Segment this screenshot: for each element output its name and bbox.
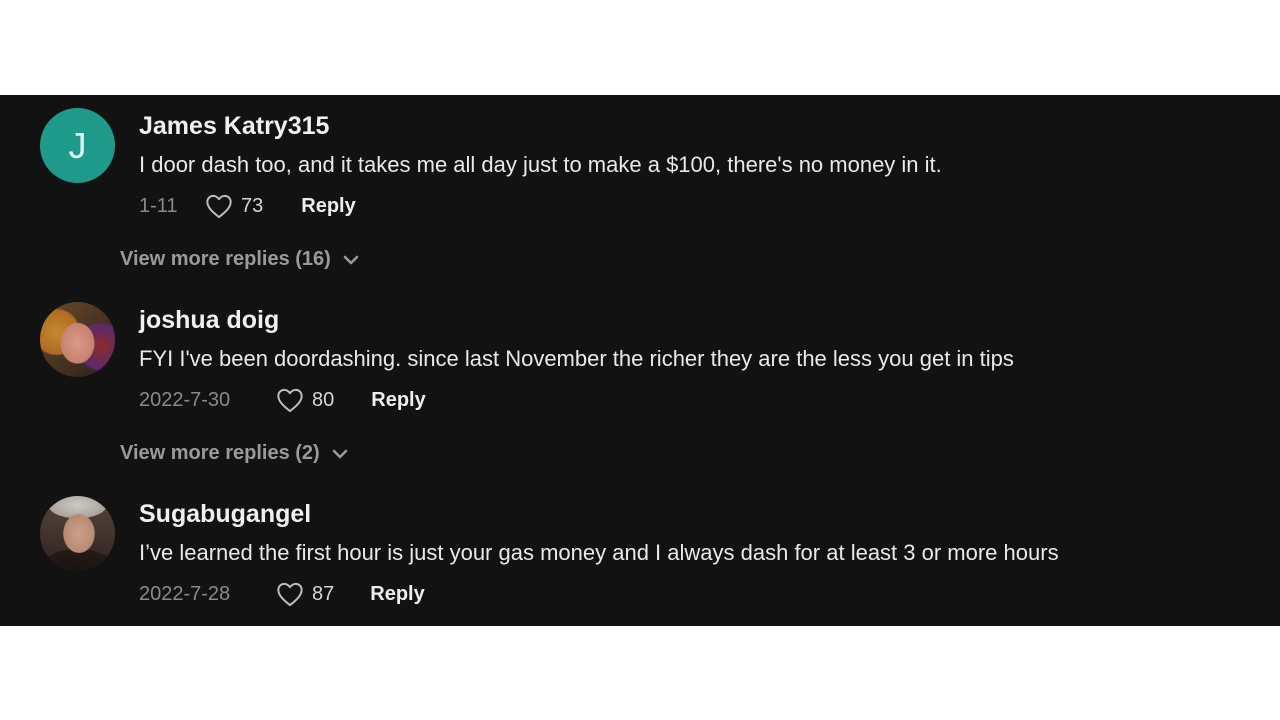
like-count: 80 <box>312 388 335 411</box>
heart-icon <box>277 388 303 413</box>
chevron-down-icon <box>343 255 359 264</box>
heart-icon <box>277 582 303 607</box>
like-count: 73 <box>241 194 264 217</box>
like-button[interactable]: 73 <box>205 193 263 219</box>
username[interactable]: James Katry315 <box>139 112 329 141</box>
like-button[interactable]: 80 <box>276 387 334 413</box>
reply-button[interactable]: Reply <box>371 389 425 412</box>
view-more-replies-label: View more replies (16) <box>120 248 331 270</box>
like-button[interactable]: 87 <box>276 581 334 607</box>
heart-icon <box>206 194 232 219</box>
comment-date: 2022-7-28 <box>139 582 231 605</box>
view-more-replies-button[interactable]: View more replies (2) <box>120 442 348 465</box>
avatar-letter: J <box>68 124 87 166</box>
view-more-replies-button[interactable]: View more replies (16) <box>120 248 359 271</box>
reply-button[interactable]: Reply <box>301 195 355 218</box>
comments-panel: J James Katry315 I door dash too, and it… <box>0 95 1280 626</box>
comment-date: 1-11 <box>139 194 178 217</box>
view-more-replies-label: View more replies (2) <box>120 442 320 464</box>
like-count: 87 <box>312 582 335 605</box>
chevron-down-icon <box>332 449 348 458</box>
avatar[interactable]: J <box>40 108 115 183</box>
avatar[interactable] <box>40 496 115 571</box>
comment-text: I door dash too, and it takes me all day… <box>139 152 942 177</box>
comment-text: FYI I've been doordashing. since last No… <box>139 346 1014 371</box>
reply-button[interactable]: Reply <box>370 583 424 606</box>
avatar[interactable] <box>40 302 115 377</box>
username[interactable]: Sugabugangel <box>139 500 311 529</box>
username[interactable]: joshua doig <box>139 306 279 335</box>
comment-text: I’ve learned the first hour is just your… <box>139 540 1059 565</box>
comment-meta: 2022-7-30 80 Reply <box>139 385 426 415</box>
comment-date: 2022-7-30 <box>139 388 231 411</box>
comment-meta: 2022-7-28 87 Reply <box>139 579 425 609</box>
comment-meta: 1-11 73 Reply <box>139 191 356 221</box>
